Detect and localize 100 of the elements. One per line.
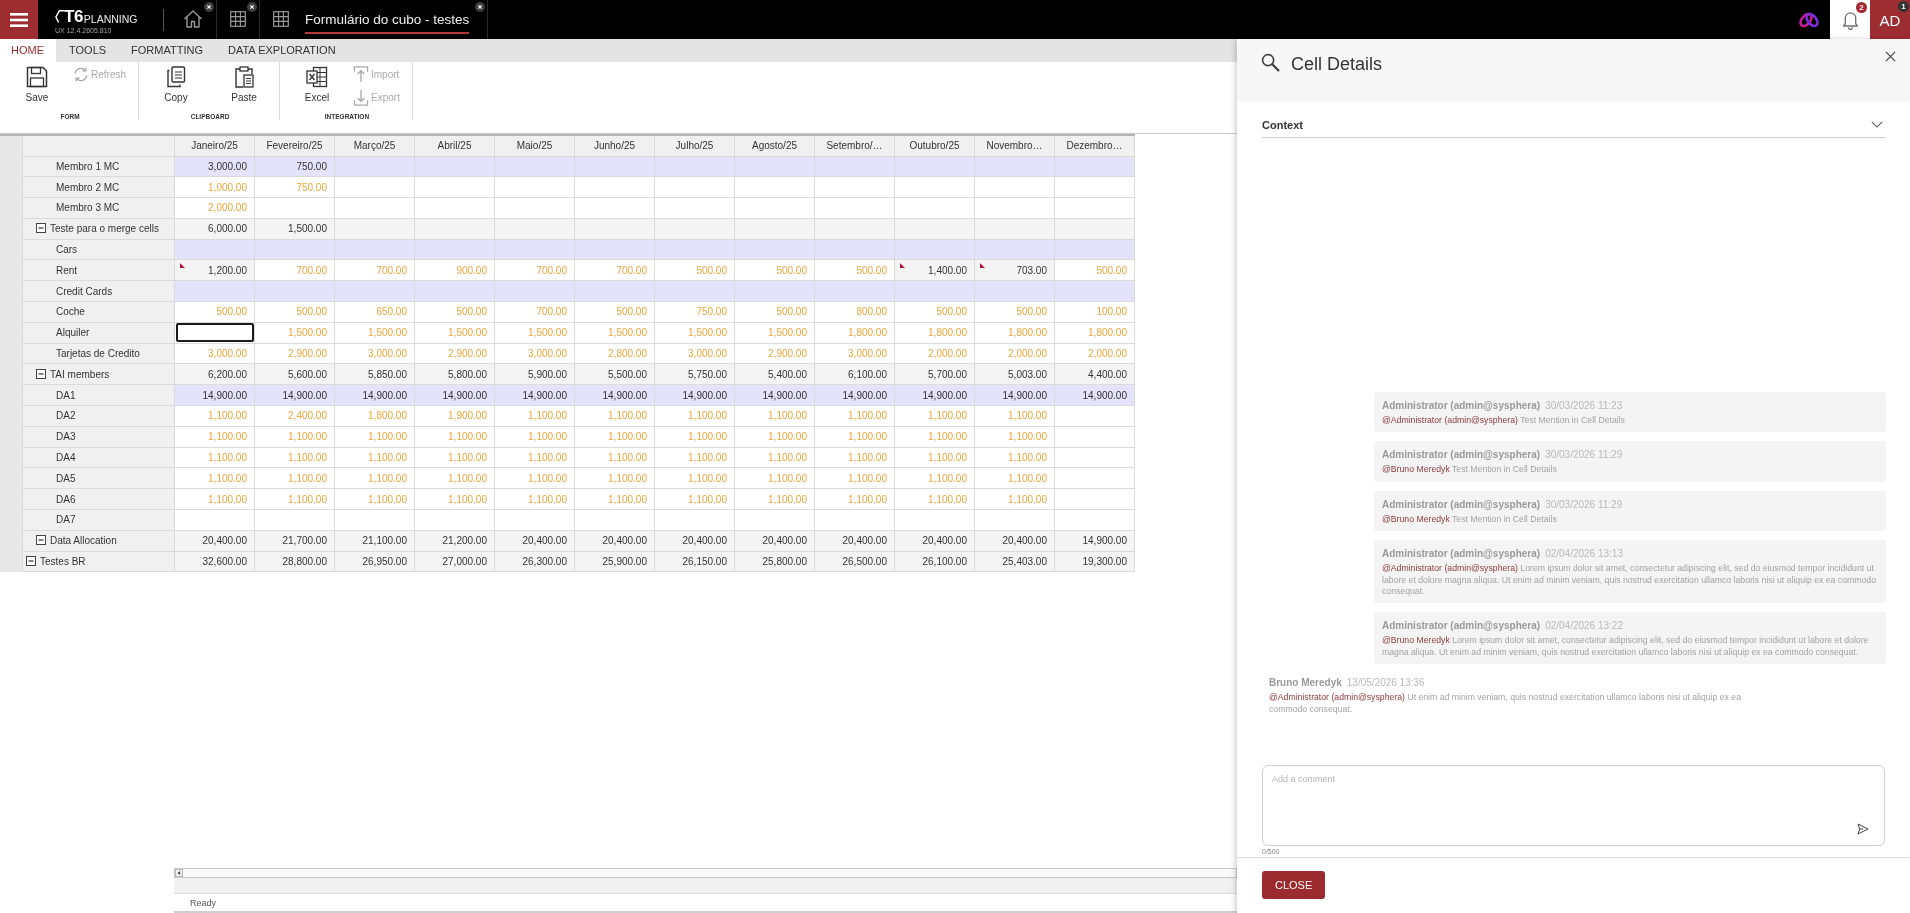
comment-time: 02/04/2026 13:22 bbox=[1545, 620, 1623, 632]
ribbon-tab[interactable]: TOOLS bbox=[56, 39, 119, 62]
row-header[interactable]: Membro 3 MC bbox=[22, 197, 175, 219]
comment-author: Administrator (admin@sysphera) bbox=[1382, 449, 1541, 461]
row-header[interactable]: DA1 bbox=[22, 384, 175, 406]
row-header[interactable]: DA3 bbox=[22, 426, 175, 448]
row-header[interactable]: TAI members bbox=[22, 363, 175, 385]
row-header[interactable]: DA4 bbox=[22, 447, 175, 468]
row-header[interactable]: DA7 bbox=[22, 509, 175, 531]
column-header[interactable]: Novembro… bbox=[974, 135, 1055, 156]
grid-icon bbox=[230, 10, 246, 27]
horizontal-scrollbar[interactable] bbox=[174, 868, 1237, 878]
ribbon-button[interactable]: Copy bbox=[153, 64, 199, 103]
column-header[interactable]: Março/25 bbox=[334, 135, 415, 156]
chevron-down-icon bbox=[1871, 121, 1883, 128]
column-header[interactable]: Agosto/25 bbox=[734, 135, 815, 156]
ribbon-button[interactable]: Paste bbox=[221, 64, 267, 103]
row-header[interactable]: DA2 bbox=[22, 405, 175, 427]
column-header[interactable]: Junho/25 bbox=[574, 135, 655, 156]
row-header[interactable]: Coche bbox=[22, 301, 175, 323]
menu-icon bbox=[10, 12, 28, 27]
column-header[interactable]: Julho/25 bbox=[654, 135, 735, 156]
column-header[interactable]: Outubro/25 bbox=[894, 135, 975, 156]
search-icon bbox=[1261, 53, 1280, 72]
home-icon bbox=[183, 8, 203, 29]
mention-link[interactable]: @Bruno Meredyk bbox=[1382, 513, 1450, 524]
close-icon[interactable] bbox=[247, 2, 257, 12]
row-header[interactable]: Rent bbox=[22, 260, 175, 281]
comment-text: @Administrator (admin@sysphera) Ut enim ad minim veniam, quis nostrud exercitation ullamco laboris nisi ut aliquip ex ea commodo consequat. bbox=[1269, 692, 1742, 715]
row-header[interactable]: Membro 1 MC bbox=[22, 156, 175, 177]
comment-text: @Administrator (admin@sysphera) Test Mention in Cell Details bbox=[1382, 414, 1626, 427]
menu-button[interactable] bbox=[0, 0, 38, 39]
mention-link[interactable]: @Administrator (admin@sysphera) bbox=[1269, 692, 1405, 703]
close-icon bbox=[1885, 51, 1896, 62]
status-text: Ready bbox=[190, 897, 216, 908]
row-header[interactable]: Teste para o merge cells bbox=[22, 218, 175, 240]
comment-text: @Bruno Meredyk Lorem ipsum dolor sit amet, consectetur adipiscing elit, sed do eiusmod tempor incididunt ut labore et dolore magna aliqua. Ut enim ad minim veniam, quis nostrud exercitation ullamco laboris nisi ut aliquip ex ea commodo consequat. bbox=[1382, 635, 1870, 659]
copy-icon bbox=[165, 66, 187, 88]
spreadsheet-icon bbox=[306, 66, 328, 88]
row-header[interactable]: DA5 bbox=[22, 467, 175, 489]
grid-icon bbox=[273, 10, 289, 27]
comment-text: @Administrator (admin@sysphera) Lorem ipsum dolor sit amet, consectetur adipiscing elit, sed do eiusmod tempor incididunt ut labore et dolore magna aliqua. Ut enim ad minim veniam, quis nostrud exercitation ullamco laboris nisi ut aliquip ex ea commodo consequat. bbox=[1382, 563, 1877, 598]
row-header[interactable]: Membro 2 MC bbox=[22, 176, 175, 198]
upload-icon bbox=[353, 66, 369, 83]
minus-box-icon[interactable] bbox=[26, 556, 36, 567]
bell-icon bbox=[1840, 9, 1860, 30]
ribbon-button[interactable]: Excel bbox=[294, 64, 340, 103]
minus-box-icon[interactable] bbox=[36, 223, 46, 234]
row-header[interactable]: DA6 bbox=[22, 488, 175, 510]
row-header[interactable]: Testes BR bbox=[22, 551, 175, 572]
row-header[interactable]: Tarjetas de Credito bbox=[22, 343, 175, 364]
column-header[interactable]: Maio/25 bbox=[494, 135, 575, 156]
comment-field[interactable]: Add a comment bbox=[1262, 765, 1885, 846]
close-button[interactable]: CLOSE bbox=[1262, 871, 1326, 899]
row-header[interactable]: Credit Cards bbox=[22, 280, 175, 302]
comment-author: Administrator (admin@sysphera) bbox=[1382, 620, 1541, 632]
comment-author: Administrator (admin@sysphera) bbox=[1382, 399, 1541, 411]
ribbon-tab[interactable]: FORMATTING bbox=[118, 39, 215, 62]
mention-link[interactable]: @Administrator (admin@sysphera) bbox=[1382, 563, 1518, 574]
context-section-toggle[interactable]: Context bbox=[1262, 102, 1886, 138]
comment-author: Administrator (admin@sysphera) bbox=[1382, 548, 1541, 560]
comment-time: 02/04/2026 13:13 bbox=[1545, 548, 1623, 560]
close-panel-button[interactable] bbox=[1885, 51, 1897, 63]
send-button[interactable] bbox=[1857, 823, 1869, 835]
comment-text: @Bruno Meredyk Test Mention in Cell Details bbox=[1382, 464, 1558, 476]
column-header[interactable]: Janeiro/25 bbox=[174, 135, 255, 156]
column-header[interactable]: Fevereiro/25 bbox=[254, 135, 335, 156]
ribbon-tab[interactable]: DATA EXPLORATION bbox=[215, 39, 348, 62]
user-badge: 1 bbox=[1898, 1, 1909, 12]
row-header[interactable]: Alquiler bbox=[22, 322, 175, 344]
corner-marker-icon bbox=[180, 263, 185, 269]
mention-link[interactable]: @Administrator (admin@sysphera) bbox=[1382, 414, 1518, 425]
save-icon bbox=[26, 66, 48, 88]
close-icon[interactable] bbox=[475, 2, 486, 12]
corner-marker-icon bbox=[900, 263, 905, 269]
refresh-icon bbox=[73, 66, 89, 83]
scroll-left-icon[interactable] bbox=[175, 869, 183, 877]
close-icon[interactable] bbox=[204, 2, 214, 12]
row-header[interactable]: Cars bbox=[22, 239, 175, 260]
panel-title: Cell Details bbox=[1291, 53, 1383, 75]
comment-time: 30/03/2026 11:29 bbox=[1545, 498, 1623, 510]
column-header[interactable]: Abril/25 bbox=[414, 135, 495, 156]
logo-mark: T6 bbox=[64, 8, 83, 26]
row-header[interactable]: Data Allocation bbox=[22, 530, 175, 552]
minus-box-icon[interactable] bbox=[36, 368, 46, 379]
mention-link[interactable]: @Bruno Meredyk bbox=[1382, 635, 1450, 646]
logo-name: PLANNING bbox=[83, 13, 138, 25]
column-header[interactable]: Dezembro… bbox=[1054, 135, 1135, 156]
clipboard-icon bbox=[233, 66, 255, 88]
comment-author: Administrator (admin@sysphera) bbox=[1382, 498, 1541, 510]
send-icon bbox=[1857, 823, 1869, 835]
minus-box-icon[interactable] bbox=[36, 535, 46, 546]
notifications-button[interactable] bbox=[1830, 0, 1870, 39]
comment-time: 30/03/2026 11:23 bbox=[1545, 399, 1623, 411]
column-header[interactable]: Setembro/… bbox=[814, 135, 895, 156]
comment-author: Bruno Meredyk bbox=[1269, 677, 1342, 689]
mention-link[interactable]: @Bruno Meredyk bbox=[1382, 464, 1450, 475]
download-icon bbox=[353, 89, 369, 106]
ribbon-button[interactable]: Save bbox=[14, 64, 60, 103]
ribbon-tab[interactable]: HOME bbox=[0, 39, 56, 62]
